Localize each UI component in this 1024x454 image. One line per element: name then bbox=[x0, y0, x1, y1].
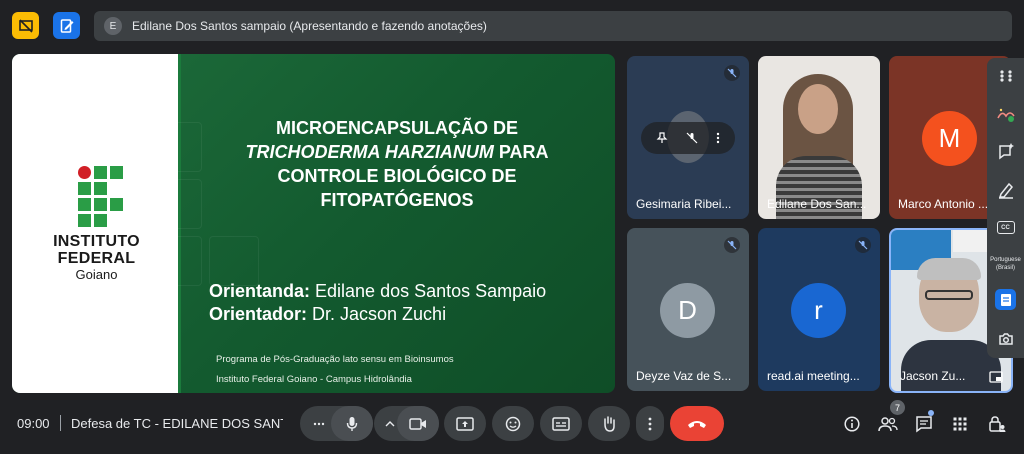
audio-options-button[interactable] bbox=[310, 422, 328, 426]
picture-in-picture-icon[interactable] bbox=[989, 371, 1003, 383]
presenter-avatar: E bbox=[104, 17, 122, 35]
present-screen-button[interactable] bbox=[444, 406, 486, 441]
microphone-button[interactable] bbox=[331, 406, 373, 441]
grid-icon bbox=[999, 69, 1012, 82]
hand-icon bbox=[604, 415, 615, 432]
annotation-pen-button[interactable] bbox=[993, 177, 1018, 202]
tile-hover-controls bbox=[641, 122, 735, 154]
pin-icon[interactable] bbox=[656, 132, 668, 144]
chat-icon bbox=[916, 416, 932, 433]
participant-name: Deyze Vaz de S... bbox=[636, 369, 732, 383]
video-control-group bbox=[374, 406, 439, 441]
notes-icon bbox=[1000, 293, 1011, 306]
effects-button[interactable] bbox=[993, 102, 1018, 127]
meeting-title: Defesa de TC - EDILANE DOS SANTOS SAMPAI… bbox=[71, 416, 283, 431]
host-controls-button[interactable] bbox=[985, 412, 1009, 436]
presenter-status-text: Edilane Dos Santos sampaio (Apresentando… bbox=[132, 19, 487, 33]
participant-name: read.ai meeting... bbox=[767, 369, 860, 383]
cc-icon: CC bbox=[996, 221, 1015, 234]
slide-title: MICROENCAPSULAÇÃO DE TRICHODERMA HARZIAN… bbox=[245, 118, 549, 210]
participant-tile-readai[interactable]: r read.ai meeting... bbox=[758, 228, 880, 391]
campus-line: Instituto Federal Goiano - Campus Hidrol… bbox=[216, 374, 412, 385]
hang-up-icon bbox=[688, 420, 706, 428]
captions-icon bbox=[552, 416, 570, 431]
mic-off-icon bbox=[855, 237, 871, 253]
annotate-icon bbox=[60, 18, 73, 33]
participant-avatar: r bbox=[791, 283, 846, 338]
presentation-off-button[interactable] bbox=[12, 12, 39, 39]
participant-name: Edilane Dos San... bbox=[767, 197, 867, 211]
more-options-button[interactable] bbox=[636, 406, 664, 441]
presenter-banner: E Edilane Dos Santos sampaio (Apresentan… bbox=[94, 11, 1012, 41]
microphone-icon bbox=[346, 416, 358, 431]
side-tools-panel: CC Portuguese (Brasil) bbox=[987, 58, 1024, 358]
lock-person-icon bbox=[989, 416, 1006, 432]
participant-video bbox=[758, 56, 880, 219]
orientanda-line: Orientanda: Edilane dos Santos Sampaio bbox=[209, 281, 547, 301]
video-options-button[interactable] bbox=[383, 420, 397, 427]
info-icon bbox=[844, 416, 860, 432]
emoji-icon bbox=[505, 416, 521, 431]
institution-logo bbox=[77, 165, 123, 227]
camera-button[interactable] bbox=[397, 406, 439, 441]
captions-toggle-button[interactable] bbox=[540, 406, 582, 441]
reactions-button[interactable] bbox=[492, 406, 534, 441]
more-horizontal-icon bbox=[313, 422, 325, 425]
participant-tile-edilane[interactable]: Edilane Dos San... bbox=[758, 56, 880, 219]
raise-hand-button[interactable] bbox=[588, 406, 630, 441]
people-button[interactable] bbox=[876, 412, 900, 436]
participant-name: Jacson Zu... bbox=[900, 369, 966, 383]
participant-avatar: D bbox=[660, 283, 715, 338]
captions-button[interactable]: CC bbox=[993, 215, 1018, 240]
orientador-line: Orientador: Dr. Jacson Zuchi bbox=[209, 304, 447, 324]
video-camera-icon bbox=[409, 417, 426, 430]
divider bbox=[60, 415, 61, 431]
activities-button[interactable] bbox=[948, 412, 972, 436]
presented-slide: INSTITUTO FEDERAL Goiano MICROENCAPSULAÇ… bbox=[12, 54, 615, 393]
notes-button[interactable] bbox=[995, 289, 1016, 310]
apps-grid-icon bbox=[953, 417, 967, 431]
annotate-button[interactable] bbox=[53, 12, 80, 39]
apps-grid-button[interactable] bbox=[993, 63, 1018, 88]
present-screen-icon bbox=[456, 416, 474, 431]
meeting-details-button[interactable] bbox=[840, 412, 864, 436]
caption-language[interactable]: Portuguese (Brasil) bbox=[987, 256, 1024, 272]
chat-notification-dot bbox=[928, 410, 934, 416]
chat-sparkle-icon bbox=[998, 142, 1014, 159]
meeting-clock: 09:00 bbox=[17, 416, 50, 431]
no-presentation-icon bbox=[18, 18, 33, 33]
participant-name: Gesimaria Ribei... bbox=[636, 197, 732, 211]
people-icon bbox=[878, 417, 898, 432]
camera-icon bbox=[998, 332, 1013, 345]
more-options-icon[interactable] bbox=[716, 132, 720, 144]
program-line: Programa de Pós-Graduação lato sensu em … bbox=[216, 354, 454, 365]
pen-icon bbox=[998, 182, 1013, 199]
mic-off-icon bbox=[724, 65, 740, 81]
mic-off-icon bbox=[724, 237, 740, 253]
participant-tile-deyze[interactable]: D Deyze Vaz de S... bbox=[627, 228, 749, 391]
chevron-up-icon bbox=[385, 420, 395, 426]
mute-participant-icon[interactable] bbox=[686, 132, 698, 144]
participant-name: Marco Antonio ... bbox=[898, 197, 989, 211]
more-vertical-icon bbox=[648, 417, 652, 430]
leave-call-button[interactable] bbox=[670, 406, 724, 441]
participant-avatar: M bbox=[922, 111, 977, 166]
chat-ai-button[interactable] bbox=[993, 139, 1018, 164]
effects-icon bbox=[996, 108, 1015, 122]
audio-control-group bbox=[300, 406, 373, 441]
screenshot-button[interactable] bbox=[993, 326, 1018, 351]
participant-tile-gesimaria[interactable]: Gesimaria Ribei... bbox=[627, 56, 749, 219]
